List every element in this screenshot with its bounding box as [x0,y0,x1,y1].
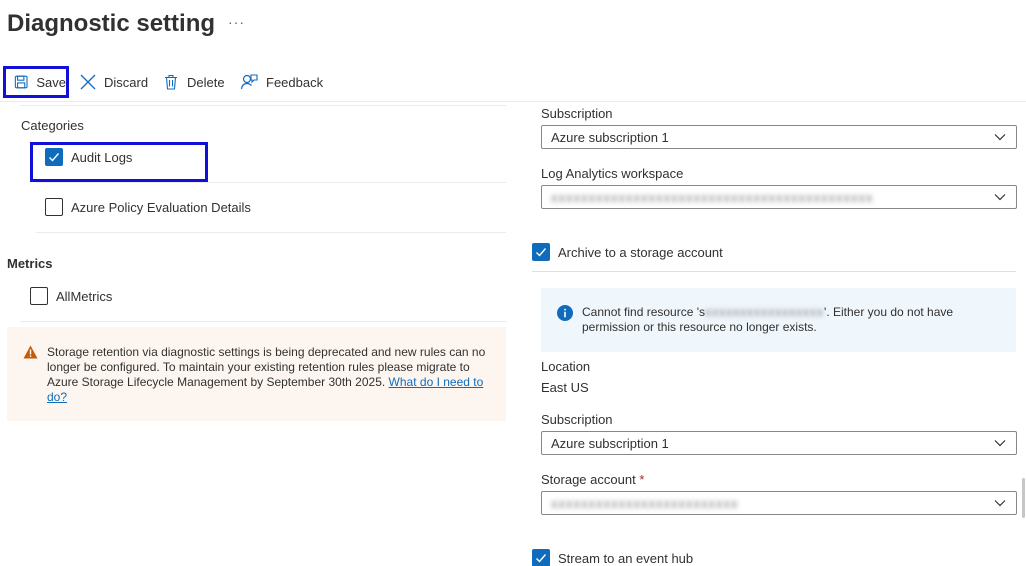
required-marker: * [639,472,645,487]
storage-subscription-value: Azure subscription 1 [551,435,669,451]
checkmark-icon [49,153,60,162]
audit-logs-checkbox-row[interactable]: Audit Logs [45,148,132,166]
more-options-icon[interactable]: ··· [228,14,245,30]
policy-evaluation-checkbox-row[interactable]: Azure Policy Evaluation Details [45,198,251,216]
info-text-prefix: Cannot find resource 's [582,305,706,319]
metrics-label: Metrics [7,256,53,271]
storage-account-value: xxxxxxxxxxxxxxxxxxxxxxxxx [551,495,739,511]
event-hub-checkbox-row[interactable]: Stream to an event hub [532,549,693,566]
categories-label: Categories [21,118,84,133]
workspace-dropdown[interactable]: xxxxxxxxxxxxxxxxxxxxxxxxxxxxxxxxxxxxxxxx… [541,185,1017,209]
la-subscription-label: Subscription [541,106,613,121]
policy-evaluation-label: Azure Policy Evaluation Details [71,199,251,215]
checkmark-icon [536,554,547,563]
toolbar-divider [0,101,1026,102]
row-divider [36,182,506,183]
resource-not-found-info: Cannot find resource 'sxxxxxxxxxxxxxxxxx… [541,288,1016,352]
save-icon [14,75,28,89]
warning-icon [23,345,38,359]
discard-button[interactable]: Discard [80,66,148,98]
la-subscription-value: Azure subscription 1 [551,129,669,145]
archive-storage-label: Archive to a storage account [558,244,723,260]
workspace-label: Log Analytics workspace [541,166,684,181]
allmetrics-label: AllMetrics [56,288,113,304]
allmetrics-checkbox[interactable] [30,287,48,305]
delete-label: Delete [187,74,225,90]
retention-warning: Storage retention via diagnostic setting… [7,327,506,421]
storage-account-dropdown[interactable]: xxxxxxxxxxxxxxxxxxxxxxxxx [541,491,1017,515]
save-label: Save [36,74,66,90]
policy-evaluation-checkbox[interactable] [45,198,63,216]
location-label: Location [541,359,591,374]
feedback-icon [240,74,258,90]
info-text-blurred: xxxxxxxxxxxxxxxxx [705,305,825,319]
section-divider [20,105,506,106]
chevron-down-icon [994,500,1006,507]
checkmark-icon [536,248,547,257]
trash-icon [165,74,177,90]
discard-label: Discard [104,74,149,90]
storage-account-label-text: Storage account [541,472,636,487]
delete-button[interactable]: Delete [163,66,225,98]
command-bar: Save Discard Delete Feedback [0,66,1026,102]
save-button[interactable]: Save [3,66,69,98]
chevron-down-icon [994,440,1006,447]
audit-logs-label: Audit Logs [71,149,133,165]
storage-subscription-label: Subscription [541,412,613,427]
workspace-value: xxxxxxxxxxxxxxxxxxxxxxxxxxxxxxxxxxxxxxxx… [551,189,874,205]
row-divider [36,232,506,233]
archive-storage-checkbox-row[interactable]: Archive to a storage account [532,243,723,261]
close-icon [80,74,96,90]
storage-subscription-dropdown[interactable]: Azure subscription 1 [541,431,1017,455]
section-divider [532,271,1016,272]
storage-account-label: Storage account * [541,472,644,487]
row-divider [20,321,506,322]
scrollbar-thumb[interactable] [1022,478,1025,518]
location-value: East US [541,380,589,395]
feedback-label: Feedback [266,74,324,90]
info-icon [557,305,573,321]
page-title: Diagnostic setting [7,10,216,37]
la-subscription-dropdown[interactable]: Azure subscription 1 [541,125,1017,149]
feedback-button[interactable]: Feedback [240,66,323,98]
event-hub-checkbox[interactable] [532,549,550,566]
chevron-down-icon [994,194,1006,201]
allmetrics-checkbox-row[interactable]: AllMetrics [30,287,112,305]
archive-storage-checkbox[interactable] [532,243,550,261]
audit-logs-checkbox[interactable] [45,148,63,166]
event-hub-label: Stream to an event hub [558,550,694,566]
chevron-down-icon [994,134,1006,141]
